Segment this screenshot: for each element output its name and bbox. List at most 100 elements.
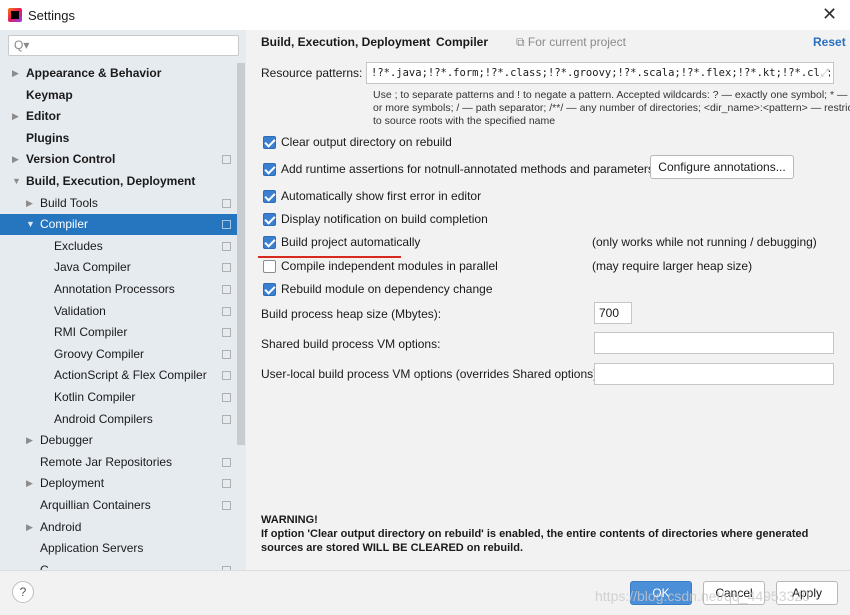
checkbox-4[interactable] <box>263 236 276 249</box>
breadcrumb-compiler: Compiler <box>436 35 489 49</box>
user-vm-input[interactable] <box>594 363 834 385</box>
chevron-right-icon[interactable]: ▶ <box>12 106 19 127</box>
sidebar-item-deployment[interactable]: ▶ Deployment <box>0 473 237 494</box>
checkbox-0[interactable] <box>263 136 276 149</box>
sidebar-item-excludes[interactable]: Excludes <box>0 236 237 257</box>
chevron-right-icon[interactable]: ▶ <box>26 430 33 451</box>
sidebar-item-label: Android <box>40 519 82 534</box>
option-label[interactable]: Add runtime assertions for notnull-annot… <box>281 162 654 176</box>
sidebar-item-actionscript-flex-compiler[interactable]: ActionScript & Flex Compiler <box>0 365 237 386</box>
search-input[interactable]: Q▾ <box>8 35 239 56</box>
sidebar-item-arquillian-containers[interactable]: Arquillian Containers <box>0 495 237 516</box>
option-label[interactable]: Compile independent modules in parallel <box>281 259 498 273</box>
sidebar-item-android-compilers[interactable]: Android Compilers <box>0 409 237 430</box>
option-label[interactable]: Automatically show first error in editor <box>281 189 481 203</box>
sidebar-item-version-control[interactable]: ▶ Version Control <box>0 149 237 170</box>
sidebar-item-label: Remote Jar Repositories <box>40 454 173 469</box>
option-label[interactable]: Display notification on build completion <box>281 212 488 226</box>
sidebar-item-remote-jar-repositories[interactable]: Remote Jar Repositories <box>0 452 237 473</box>
checkbox-1[interactable] <box>263 163 276 176</box>
project-scope-icon <box>222 393 231 402</box>
chevron-right-icon[interactable]: ▶ <box>12 63 19 84</box>
sidebar-item-plugins[interactable]: Plugins <box>0 128 237 149</box>
sidebar-item-label: ActionScript & Flex Compiler <box>54 368 207 383</box>
option-note: (may require larger heap size) <box>592 259 753 273</box>
user-vm-label: User-local build process VM options (ove… <box>261 367 601 381</box>
red-underline-annotation <box>258 256 401 258</box>
window-title: Settings <box>28 8 75 23</box>
sidebar-item-label: Application Servers <box>40 541 144 556</box>
sidebar-item-build-execution-deployment[interactable]: ▼ Build, Execution, Deployment <box>0 171 237 192</box>
sidebar-item-debugger[interactable]: ▶ Debugger <box>0 430 237 451</box>
reset-link[interactable]: Reset <box>813 35 846 49</box>
sidebar-item-appearance-behavior[interactable]: ▶ Appearance & Behavior <box>0 63 237 84</box>
chevron-right-icon[interactable]: ▶ <box>12 149 19 170</box>
heap-size-label: Build process heap size (Mbytes): <box>261 307 442 321</box>
chevron-right-icon[interactable]: ▶ <box>26 193 33 214</box>
checkbox-3[interactable] <box>263 213 276 226</box>
chevron-right-icon[interactable]: ▶ <box>26 517 33 538</box>
option-label[interactable]: Clear output directory on rebuild <box>281 135 452 149</box>
shared-vm-input[interactable] <box>594 332 834 354</box>
sidebar-item-kotlin-compiler[interactable]: Kotlin Compiler <box>0 387 237 408</box>
sidebar-item-editor[interactable]: ▶ Editor <box>0 106 237 127</box>
sidebar-item-label: Annotation Processors <box>54 282 175 296</box>
sidebar-item-label: Keymap <box>26 87 73 102</box>
sidebar-item-label: Excludes <box>54 238 103 253</box>
project-scope-icon <box>222 501 231 510</box>
project-scope-icon <box>222 155 231 165</box>
title-bar: Settings ✕ <box>0 0 850 30</box>
sidebar-item-validation[interactable]: Validation <box>0 301 237 322</box>
option-label[interactable]: Rebuild module on dependency change <box>281 282 493 296</box>
project-scope-icon <box>222 263 231 273</box>
chevron-right-icon[interactable]: ▶ <box>26 473 33 494</box>
sidebar-item-label: Deployment <box>40 476 105 491</box>
sidebar-item-build-tools[interactable]: ▶ Build Tools <box>0 193 237 214</box>
option-note: (only works while not running / debuggin… <box>592 235 817 249</box>
sidebar-item-keymap[interactable]: Keymap <box>0 85 237 106</box>
sidebar-scrollbar[interactable] <box>237 63 245 445</box>
sidebar-item-groovy-compiler[interactable]: Groovy Compiler <box>0 344 237 365</box>
resource-patterns-value: !?*.java;!?*.form;!?*.class;!?*.groovy;!… <box>371 67 834 79</box>
chevron-down-icon[interactable]: ▼ <box>12 171 21 192</box>
sidebar-item-compiler[interactable]: ▼ Compiler <box>0 214 237 236</box>
warning-line2: sources are stored WILL BE CLEARED on re… <box>261 542 524 554</box>
sidebar-item-label: Compiler <box>40 217 89 232</box>
dialog-footer: ? OK Cancel Apply https://blog.csdn.net/… <box>0 570 850 615</box>
configure-annotations-button[interactable]: Configure annotations... <box>650 155 794 179</box>
warning-title: WARNING! <box>261 514 318 526</box>
chevron-down-icon[interactable]: ▼ <box>26 214 35 235</box>
sidebar-item-label: Android Compilers <box>54 411 153 426</box>
resource-help-line2: or more symbols; / — path separator; /**… <box>373 102 850 114</box>
breadcrumb-build[interactable]: Build, Execution, Deployment <box>261 35 430 49</box>
sidebar-item-label: Editor <box>26 109 61 124</box>
shared-vm-label: Shared build process VM options: <box>261 337 441 351</box>
sidebar-item-label: Groovy Compiler <box>54 346 145 361</box>
checkbox-6[interactable] <box>263 283 276 296</box>
sidebar-item-annotation-processors[interactable]: Annotation Processors <box>0 279 237 300</box>
sidebar-item-label: Plugins <box>26 130 70 145</box>
resource-patterns-input[interactable]: !?*.java;!?*.form;!?*.class;!?*.groovy;!… <box>366 62 834 84</box>
heap-size-input[interactable]: 700 <box>594 302 632 324</box>
project-scope-icon <box>222 349 231 359</box>
close-icon[interactable]: ✕ <box>822 4 837 25</box>
project-scope-icon <box>222 241 231 251</box>
sidebar-item-rmi-compiler[interactable]: RMI Compiler <box>0 322 237 343</box>
breadcrumb-separator: › <box>422 34 426 48</box>
help-button[interactable]: ? <box>12 581 34 603</box>
project-scope-icon <box>222 285 231 294</box>
sidebar-item-application-servers[interactable]: Application Servers <box>0 538 237 559</box>
sidebar-item-label: Appearance & Behavior <box>26 66 162 80</box>
sidebar-item-java-compiler[interactable]: Java Compiler <box>0 257 237 278</box>
checkbox-2[interactable] <box>263 190 276 203</box>
watermark: https://blog.csdn.net/qq_44953320 <box>595 588 810 604</box>
sidebar-item-label: Build, Execution, Deployment <box>26 174 196 188</box>
resource-help-line3: to source roots with the specified name <box>373 115 556 127</box>
expand-icon[interactable]: ⤢ <box>820 63 829 83</box>
option-label[interactable]: Build project automatically <box>281 235 420 249</box>
checkbox-5[interactable] <box>263 260 276 273</box>
sidebar-item-label: Arquillian Containers <box>40 498 151 512</box>
resource-help-line1: Use ; to separate patterns and ! to nega… <box>373 89 850 101</box>
project-scope-icon <box>222 220 231 230</box>
sidebar-item-android[interactable]: ▶ Android <box>0 517 237 538</box>
